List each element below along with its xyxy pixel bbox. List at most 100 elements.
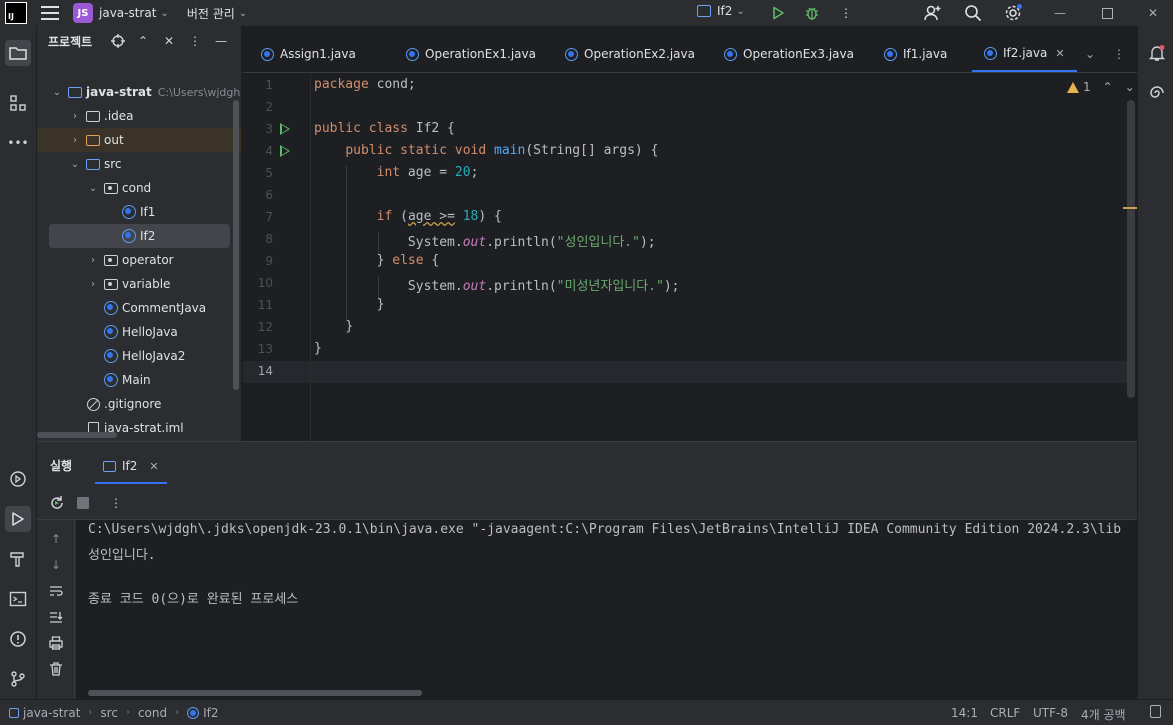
tab-list-dropdown[interactable]: ⌄ — [1085, 36, 1095, 72]
terminal-tool-button[interactable] — [5, 586, 31, 612]
console-output[interactable]: C:\Users\wjdgh\.jdks\openjdk-23.0.1\bin\… — [76, 520, 1137, 700]
collapse-all-icon[interactable]: ✕ — [160, 32, 178, 50]
editor-vertical-scrollbar[interactable] — [1127, 100, 1135, 398]
warning-stripe-marker[interactable] — [1123, 207, 1137, 209]
stop-button[interactable] — [74, 494, 92, 512]
git-tool-button[interactable] — [5, 666, 31, 692]
tree-item-idea[interactable]: › .idea — [37, 104, 241, 128]
tab-assign1[interactable]: Assign1.java — [261, 36, 356, 72]
tree-item-main[interactable]: Main — [37, 368, 241, 392]
run-button[interactable] — [768, 3, 788, 23]
project-tool-button[interactable] — [5, 40, 31, 66]
breadcrumb-item[interactable]: java-strat — [23, 706, 80, 720]
chevron-down-icon: ⌄ — [736, 5, 745, 17]
soft-wrap-icon[interactable] — [47, 582, 65, 600]
more-tools-icon[interactable]: ••• — [5, 130, 31, 156]
services-tool-button[interactable] — [5, 466, 31, 492]
chevron-down-icon[interactable]: ⌄ — [1125, 80, 1135, 94]
tree-item-java-strat[interactable]: ⌄ java-strat C:\Users\wjdgh — [37, 80, 241, 104]
tab-label: OperationEx3.java — [743, 47, 854, 61]
project-horizontal-scrollbar[interactable] — [37, 432, 117, 438]
tree-item-variable[interactable]: › variable — [37, 272, 241, 296]
tree-item-commentjava[interactable]: CommentJava — [37, 296, 241, 320]
tab-if1[interactable]: If1.java — [884, 36, 947, 72]
breadcrumb-item[interactable]: If2 — [203, 706, 218, 720]
minimize-button[interactable]: — — [1050, 3, 1070, 23]
close-tab-icon[interactable]: ✕ — [1055, 47, 1064, 60]
chevron-down-icon[interactable]: ⌄ — [51, 87, 63, 98]
scroll-to-end-icon[interactable] — [47, 608, 65, 626]
arrow-down-icon[interactable]: ↓ — [47, 556, 65, 574]
hide-panel-icon[interactable]: — — [212, 32, 230, 50]
caret-position[interactable]: 14:1 — [951, 706, 978, 720]
run-configuration-selector[interactable]: If2 ⌄ — [697, 4, 745, 18]
code-editor[interactable]: 1 2 3 4 5 6 7 8 9 10 11 12 13 14 package… — [243, 74, 1137, 441]
build-tool-button[interactable] — [5, 546, 31, 572]
rerun-button[interactable] — [48, 494, 66, 512]
trash-icon[interactable] — [47, 660, 65, 678]
more-actions-icon[interactable]: ⋮ — [836, 3, 856, 23]
problems-tool-button[interactable] — [5, 626, 31, 652]
tab-if2[interactable]: If2.java ✕ — [972, 36, 1077, 72]
notifications-button[interactable] — [1144, 40, 1170, 66]
tree-item-hellojava[interactable]: HelloJava — [37, 320, 241, 344]
tree-item-out[interactable]: › out — [37, 128, 241, 152]
more-options-icon[interactable]: ⋮ — [107, 494, 125, 512]
lock-icon[interactable] — [1150, 705, 1161, 718]
run-tab-if2[interactable]: If2 ✕ — [95, 450, 167, 484]
tab-options-icon[interactable]: ⋮ — [1113, 36, 1125, 72]
breadcrumb-item[interactable]: cond — [138, 706, 167, 720]
run-gutter-icon[interactable] — [280, 145, 290, 157]
tree-item-if1[interactable]: If1 — [37, 200, 241, 224]
tree-item-operator[interactable]: › operator — [37, 248, 241, 272]
line-number: 8 — [265, 232, 273, 246]
print-icon[interactable] — [47, 634, 65, 652]
project-panel-title: 프로젝트 — [48, 34, 93, 49]
tree-item-if2[interactable]: If2 — [49, 224, 230, 248]
add-user-button[interactable] — [923, 3, 943, 23]
tree-item-hellojava2[interactable]: HelloJava2 — [37, 344, 241, 368]
console-horizontal-scrollbar[interactable] — [88, 690, 422, 696]
line-separator[interactable]: CRLF — [990, 706, 1020, 720]
close-window-button[interactable]: ✕ — [1143, 3, 1163, 23]
debug-button[interactable] — [802, 3, 822, 23]
code-line-5: int age = 20; — [376, 165, 479, 180]
maximize-button[interactable] — [1097, 3, 1117, 23]
search-icon — [965, 5, 982, 22]
chevron-down-icon[interactable]: ⌄ — [239, 8, 247, 19]
structure-tool-button[interactable] — [5, 90, 31, 116]
indent-setting[interactable]: 4개 공백 — [1081, 706, 1126, 723]
tab-operationex1[interactable]: OperationEx1.java — [406, 36, 536, 72]
chevron-right-icon[interactable]: › — [69, 135, 81, 146]
chevron-down-icon[interactable]: ⌄ — [160, 8, 168, 19]
close-tab-icon[interactable]: ✕ — [149, 460, 158, 473]
file-encoding[interactable]: UTF-8 — [1033, 706, 1068, 720]
arrow-up-icon[interactable]: ↑ — [47, 530, 65, 548]
inspection-widget[interactable]: 1 ⌃ ⌄ — [1067, 80, 1135, 94]
tree-item-src[interactable]: ⌄ src — [37, 152, 241, 176]
line-number: 3 — [265, 122, 273, 136]
ai-assistant-button[interactable] — [1144, 80, 1170, 106]
breadcrumb-item[interactable]: src — [100, 706, 118, 720]
chevron-up-icon[interactable]: ⌃ — [1103, 80, 1113, 94]
tree-item-gitignore[interactable]: .gitignore — [37, 392, 241, 416]
chevron-right-icon[interactable]: › — [87, 279, 99, 290]
run-gutter-icon[interactable] — [280, 123, 290, 135]
chevron-down-icon[interactable]: ⌄ — [69, 159, 81, 170]
search-button[interactable] — [963, 3, 983, 23]
project-switcher[interactable]: java-strat — [99, 6, 156, 20]
vcs-menu[interactable]: 버전 관리 — [187, 5, 235, 22]
project-vertical-scrollbar[interactable] — [233, 100, 239, 390]
options-icon[interactable]: ⋮ — [186, 32, 204, 50]
tab-operationex2[interactable]: OperationEx2.java — [565, 36, 695, 72]
main-menu-icon[interactable] — [41, 6, 59, 20]
run-tool-button[interactable] — [5, 506, 31, 532]
chevron-right-icon[interactable]: › — [69, 111, 81, 122]
chevron-right-icon[interactable]: › — [87, 255, 99, 266]
settings-button[interactable] — [1003, 3, 1023, 23]
tab-operationex3[interactable]: OperationEx3.java — [724, 36, 854, 72]
chevron-down-icon[interactable]: ⌄ — [87, 183, 99, 194]
locate-file-icon[interactable] — [109, 32, 127, 50]
expand-all-icon[interactable]: ⌃ — [134, 32, 152, 50]
tree-item-cond[interactable]: ⌄ cond — [37, 176, 241, 200]
